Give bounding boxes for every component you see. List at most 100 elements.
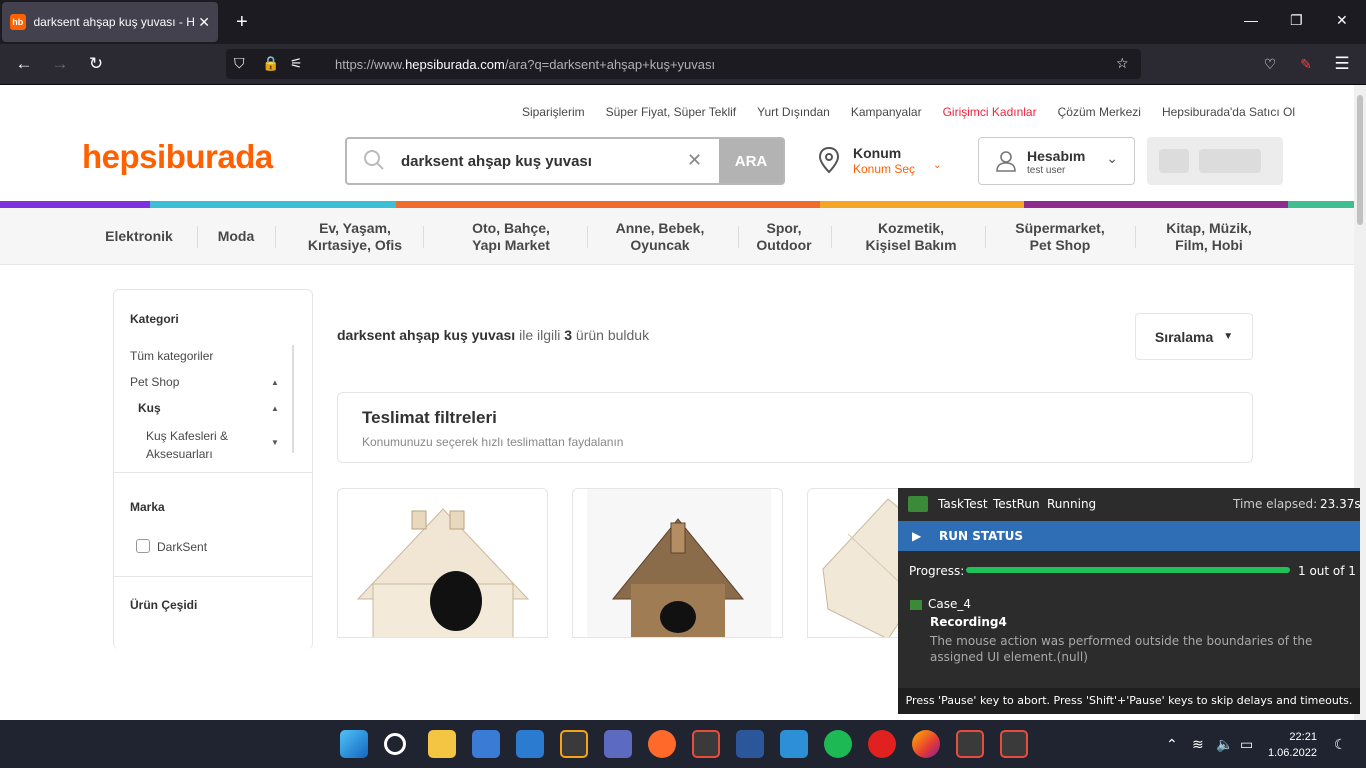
tasktest-tool-icon[interactable] [692, 730, 720, 758]
recording-name: Recording4 [930, 615, 1007, 629]
shield-icon[interactable]: ⛉ [234, 55, 245, 72]
category-nav: Elektronik Moda Ev, Yaşam, Kırtasiye, Ofis… [0, 208, 1354, 265]
browser-nav-bar: ← → ↻ ⛉ 🔒 ⚟ https://www.hepsiburada.com/… [0, 44, 1366, 85]
product-card[interactable] [572, 488, 783, 638]
scrollbar-thumb[interactable] [1357, 95, 1363, 225]
run-status-bar[interactable]: ▶ RUN STATUS [898, 521, 1360, 551]
chevron-down-icon[interactable]: ▼ [271, 438, 279, 447]
search-icon [364, 150, 384, 170]
start-icon[interactable] [340, 730, 368, 758]
url-text[interactable]: https://www.hepsiburada.com/ara?q=darkse… [335, 57, 715, 72]
play-icon[interactable]: ▶ [912, 529, 921, 543]
pocket-icon[interactable]: ♡ [1258, 56, 1282, 73]
caret-down-icon: ▼ [1223, 331, 1234, 342]
extension-icon[interactable]: ✎ [1294, 56, 1318, 73]
product-card[interactable] [337, 488, 548, 638]
account-button[interactable]: Hesabım test user ⌄ [978, 137, 1135, 185]
brand-checkbox-darksent[interactable] [136, 539, 150, 553]
back-icon[interactable]: ← [12, 54, 36, 74]
search-input[interactable]: darksent ahşap kuş yuvası [401, 153, 592, 170]
notepad-icon[interactable] [780, 730, 808, 758]
search-box[interactable]: darksent ahşap kuş yuvası ✕ ARA [345, 137, 785, 185]
all-categories-link[interactable]: Tüm kategoriler [130, 349, 213, 363]
night-mode-icon[interactable]: ☾ [1334, 736, 1347, 753]
vscode-icon[interactable] [516, 730, 544, 758]
category-scroll-track[interactable] [292, 345, 294, 453]
firefox-icon[interactable] [912, 730, 940, 758]
tasktest-run-panel: TaskTest TestRun Running Time elapsed: 2… [898, 488, 1361, 714]
top-link[interactable]: Siparişlerim [522, 105, 585, 119]
category-nav-item[interactable]: Elektronik [84, 208, 194, 265]
word-icon[interactable] [736, 730, 764, 758]
lock-icon[interactable]: 🔒 [262, 55, 279, 72]
clear-search-icon[interactable]: ✕ [687, 150, 702, 171]
forward-icon[interactable]: → [48, 54, 72, 74]
category-separator [985, 226, 986, 248]
account-username: test user [1027, 165, 1066, 176]
sort-dropdown[interactable]: Sıralama ▼ [1135, 313, 1253, 360]
delivery-filters[interactable]: Teslimat filtreleri Konumunuzu seçerek h… [337, 392, 1253, 463]
minimize-icon[interactable]: — [1244, 12, 1258, 28]
new-tab-icon[interactable]: + [236, 11, 248, 34]
clock[interactable]: 22:21 1.06.2022 [1268, 729, 1317, 761]
cart-skeleton-text [1199, 149, 1261, 173]
category-nav-item[interactable]: Süpermarket, Pet Shop [988, 208, 1132, 265]
category-kus-kafesleri[interactable]: Kuş Kafesleri & Aksesuarları [146, 427, 228, 463]
restore-icon[interactable]: ❐ [1290, 12, 1303, 29]
category-separator [423, 226, 424, 248]
file-explorer-icon[interactable] [428, 730, 456, 758]
chevron-up-icon[interactable]: ▲ [271, 378, 279, 387]
top-link[interactable]: Çözüm Merkezi [1058, 105, 1141, 119]
location-select-label: Konum Seç [853, 162, 916, 176]
reload-icon[interactable]: ↻ [84, 54, 108, 74]
opera-icon[interactable] [868, 730, 896, 758]
result-summary: darksent ahşap kuş yuvası ile ilgili 3 ü… [337, 327, 650, 343]
top-link[interactable]: Girişimci Kadınlar [943, 105, 1037, 119]
menu-icon[interactable]: ☰ [1330, 54, 1354, 74]
elapsed-label: Time elapsed: [1233, 497, 1318, 511]
sublime-icon[interactable] [560, 730, 588, 758]
tab-close-icon[interactable]: ✕ [198, 14, 210, 31]
spotify-icon[interactable] [824, 730, 852, 758]
top-link[interactable]: Hepsiburada'da Satıcı Ol [1162, 105, 1295, 119]
cart-placeholder[interactable] [1147, 137, 1283, 185]
chevron-up-icon[interactable]: ▲ [271, 404, 279, 413]
brand-label-darksent[interactable]: DarkSent [157, 540, 207, 554]
top-link[interactable]: Süper Fiyat, Süper Teklif [606, 105, 737, 119]
close-window-icon[interactable]: ✕ [1336, 12, 1348, 29]
category-pet-shop[interactable]: Pet Shop [130, 375, 179, 389]
chevron-up-icon[interactable]: ⌃ [1166, 736, 1178, 753]
category-nav-item[interactable]: Spor, Outdoor [740, 208, 828, 265]
panel-app-name: TaskTest [938, 497, 988, 511]
category-nav-item[interactable]: Kitap, Müzik, Film, Hobi [1140, 208, 1278, 265]
mail-icon[interactable] [472, 730, 500, 758]
browser-tab[interactable]: hb darksent ahşap kuş yuvası - Hepsibura… [2, 2, 218, 42]
category-separator [197, 226, 198, 248]
search-button[interactable]: ARA [719, 139, 783, 183]
run-status-label: RUN STATUS [939, 529, 1024, 543]
bookmark-star-icon[interactable]: ☆ [1116, 55, 1129, 72]
volume-icon[interactable]: 🔈 [1216, 736, 1233, 753]
permissions-icon[interactable]: ⚟ [290, 55, 303, 72]
wifi-icon[interactable]: ≋ [1192, 736, 1204, 753]
app-icon[interactable] [648, 730, 676, 758]
search-icon[interactable] [384, 733, 406, 755]
hepsiburada-logo[interactable]: hepsiburada [82, 138, 273, 176]
category-nav-item[interactable]: Anne, Bebek, Oyuncak [585, 208, 735, 265]
elapsed-value: 23.37s [1320, 497, 1361, 511]
panel-header: TaskTest TestRun Running Time elapsed: 2… [898, 488, 1361, 521]
category-nav-item[interactable]: Ev, Yaşam, Kırtasiye, Ofis [290, 208, 420, 265]
category-nav-item[interactable]: Kozmetik, Kişisel Bakım [840, 208, 982, 265]
top-link[interactable]: Yurt Dışından [757, 105, 830, 119]
tasktest-tool-icon[interactable] [956, 730, 984, 758]
tasktest-tool-icon[interactable] [1000, 730, 1028, 758]
snipping-tool-icon[interactable] [604, 730, 632, 758]
url-bar[interactable]: ⛉ 🔒 ⚟ https://www.hepsiburada.com/ara?q=… [226, 49, 1141, 79]
category-kus[interactable]: Kuş [138, 401, 161, 415]
category-separator [275, 226, 276, 248]
category-nav-item[interactable]: Moda [200, 208, 272, 265]
battery-icon[interactable]: ▭ [1240, 736, 1253, 753]
brand-filter-title: Marka [130, 500, 165, 514]
category-nav-item[interactable]: Oto, Bahçe, Yapı Market [438, 208, 584, 265]
top-link[interactable]: Kampanyalar [851, 105, 922, 119]
